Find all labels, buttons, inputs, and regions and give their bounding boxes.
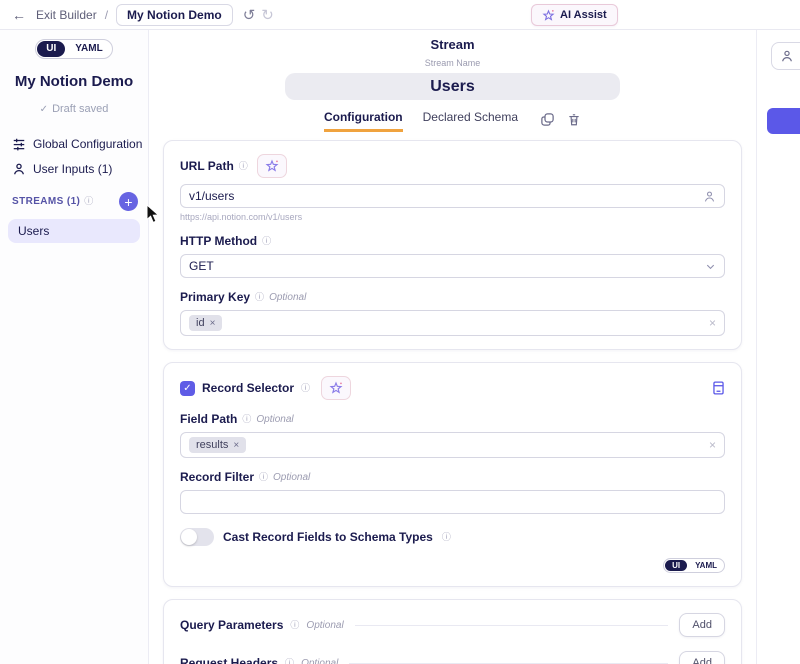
project-name-field[interactable]: My Notion Demo <box>116 4 233 26</box>
builder-sidebar: UI YAML My Notion Demo ✓Draft saved Glob… <box>0 30 148 664</box>
connector-builder-app: ← Exit Builder / My Notion Demo ↺ ↻ AI A… <box>0 0 800 664</box>
cast-record-fields-label: Cast Record Fields to Schema Types <box>223 530 433 544</box>
record-selector-checkbox[interactable]: ✓ <box>180 381 195 396</box>
connector-title: My Notion Demo <box>0 73 148 90</box>
ai-assist-button[interactable]: AI Assist <box>531 4 618 26</box>
docs-panel-icon[interactable] <box>712 380 725 396</box>
record-selector-ui-yaml-toggle[interactable]: UI YAML <box>663 558 725 573</box>
expand-panel-button[interactable] <box>767 108 800 134</box>
http-method-label: HTTP Method <box>180 234 257 248</box>
record-selector-card: ✓ Record Selector ⓘ Field Path <box>163 362 742 587</box>
toggle-ui-option[interactable]: UI <box>665 560 687 571</box>
user-icon <box>12 162 26 176</box>
field-path-tag-input[interactable]: results × × <box>180 432 725 458</box>
undo-icon[interactable]: ↺ <box>243 6 256 24</box>
streams-header-label: STREAMS (1) <box>12 196 80 207</box>
primary-key-tag-input[interactable]: id × × <box>180 310 725 336</box>
sparkle-icon <box>265 159 279 173</box>
remove-tag-icon[interactable]: × <box>210 318 216 329</box>
url-path-input[interactable] <box>189 189 703 203</box>
info-icon[interactable]: ⓘ <box>255 293 264 302</box>
breadcrumb-separator: / <box>105 8 108 22</box>
query-parameters-section: Query Parameters ⓘ Optional Add <box>180 613 725 637</box>
panel-title: Stream <box>149 37 756 52</box>
stream-list-item-users[interactable]: Users <box>8 219 140 243</box>
request-parameters-card: Query Parameters ⓘ Optional Add Request … <box>163 599 742 664</box>
info-icon[interactable]: ⓘ <box>242 415 251 424</box>
toggle-ui-option[interactable]: UI <box>37 41 65 57</box>
ai-suggest-url-path-button[interactable] <box>257 154 287 178</box>
stream-tabs: Configuration Declared Schema <box>149 110 756 132</box>
sliders-icon <box>12 137 26 151</box>
clear-field-icon[interactable]: × <box>709 438 716 452</box>
query-parameters-label: Query Parameters <box>180 618 283 632</box>
info-icon[interactable]: ⓘ <box>301 384 310 393</box>
clear-field-icon[interactable]: × <box>709 316 716 330</box>
request-options-card: URL Path ⓘ https://api.not <box>163 140 742 350</box>
primary-key-label: Primary Key <box>180 290 250 304</box>
streams-header: STREAMS (1) ⓘ + <box>12 192 138 211</box>
record-filter-input[interactable] <box>189 495 716 509</box>
exit-builder-link[interactable]: Exit Builder <box>36 8 97 22</box>
draft-status: ✓Draft saved <box>0 103 148 115</box>
tag-pill-id: id × <box>189 315 222 331</box>
http-method-select[interactable]: GET <box>180 254 725 278</box>
info-icon[interactable]: ⓘ <box>290 621 299 630</box>
sidebar-item-label: Global Configuration <box>33 137 142 151</box>
chevron-down-icon <box>705 261 716 272</box>
url-path-label: URL Path <box>180 159 234 173</box>
sparkle-icon <box>542 9 555 22</box>
record-filter-label: Record Filter <box>180 470 254 484</box>
redo-icon[interactable]: ↻ <box>261 6 274 24</box>
back-arrow-icon[interactable]: ← <box>12 7 26 23</box>
optional-hint: Optional <box>269 292 306 303</box>
add-stream-button[interactable]: + <box>119 192 138 211</box>
topbar: ← Exit Builder / My Notion Demo ↺ ↻ AI A… <box>0 0 800 30</box>
optional-hint: Optional <box>256 414 293 425</box>
sidebar-item-global-configuration[interactable]: Global Configuration <box>12 137 148 151</box>
optional-hint: Optional <box>301 658 338 664</box>
user-input-icon[interactable] <box>703 190 716 203</box>
cast-record-fields-toggle[interactable] <box>180 528 214 546</box>
info-icon[interactable]: ⓘ <box>239 162 248 171</box>
url-preview: https://api.notion.com/v1/users <box>180 212 725 222</box>
tag-pill-results: results × <box>189 437 246 453</box>
request-headers-label: Request Headers <box>180 656 278 664</box>
request-headers-section: Request Headers ⓘ Optional Add <box>180 651 725 664</box>
info-icon[interactable]: ⓘ <box>285 659 294 664</box>
tab-configuration[interactable]: Configuration <box>324 110 403 132</box>
info-icon[interactable]: ⓘ <box>259 473 268 482</box>
sparkle-icon <box>329 381 343 395</box>
tab-declared-schema[interactable]: Declared Schema <box>423 110 518 132</box>
stream-config-panel: Stream Stream Name Configuration Declare… <box>148 30 757 664</box>
stream-name-input[interactable] <box>285 73 620 100</box>
ui-yaml-toggle[interactable]: UI YAML <box>35 39 112 59</box>
sidebar-item-user-inputs[interactable]: User Inputs (1) <box>12 162 148 176</box>
testing-panel-rail <box>757 30 800 664</box>
testing-values-button[interactable] <box>771 42 800 70</box>
add-query-parameter-button[interactable]: Add <box>679 613 725 637</box>
add-request-header-button[interactable]: Add <box>679 651 725 664</box>
sidebar-item-label: User Inputs (1) <box>33 162 112 176</box>
http-method-value: GET <box>189 259 705 273</box>
divider <box>349 663 668 664</box>
check-icon: ✓ <box>40 104 48 115</box>
ai-assist-label: AI Assist <box>560 9 607 21</box>
trash-icon[interactable] <box>567 112 581 127</box>
ai-suggest-record-selector-button[interactable] <box>321 376 351 400</box>
info-icon[interactable]: ⓘ <box>262 237 271 246</box>
info-icon[interactable]: ⓘ <box>442 533 451 542</box>
stream-name-label: Stream Name <box>149 58 756 68</box>
optional-hint: Optional <box>273 472 310 483</box>
toggle-yaml-option[interactable]: YAML <box>66 40 111 58</box>
remove-tag-icon[interactable]: × <box>233 440 239 451</box>
optional-hint: Optional <box>306 620 343 631</box>
field-path-label: Field Path <box>180 412 237 426</box>
user-icon <box>780 49 794 63</box>
toggle-yaml-option[interactable]: YAML <box>688 559 724 572</box>
record-selector-label: Record Selector <box>202 381 294 395</box>
copy-icon[interactable] <box>540 112 555 127</box>
divider <box>355 625 669 626</box>
info-icon[interactable]: ⓘ <box>84 197 93 206</box>
